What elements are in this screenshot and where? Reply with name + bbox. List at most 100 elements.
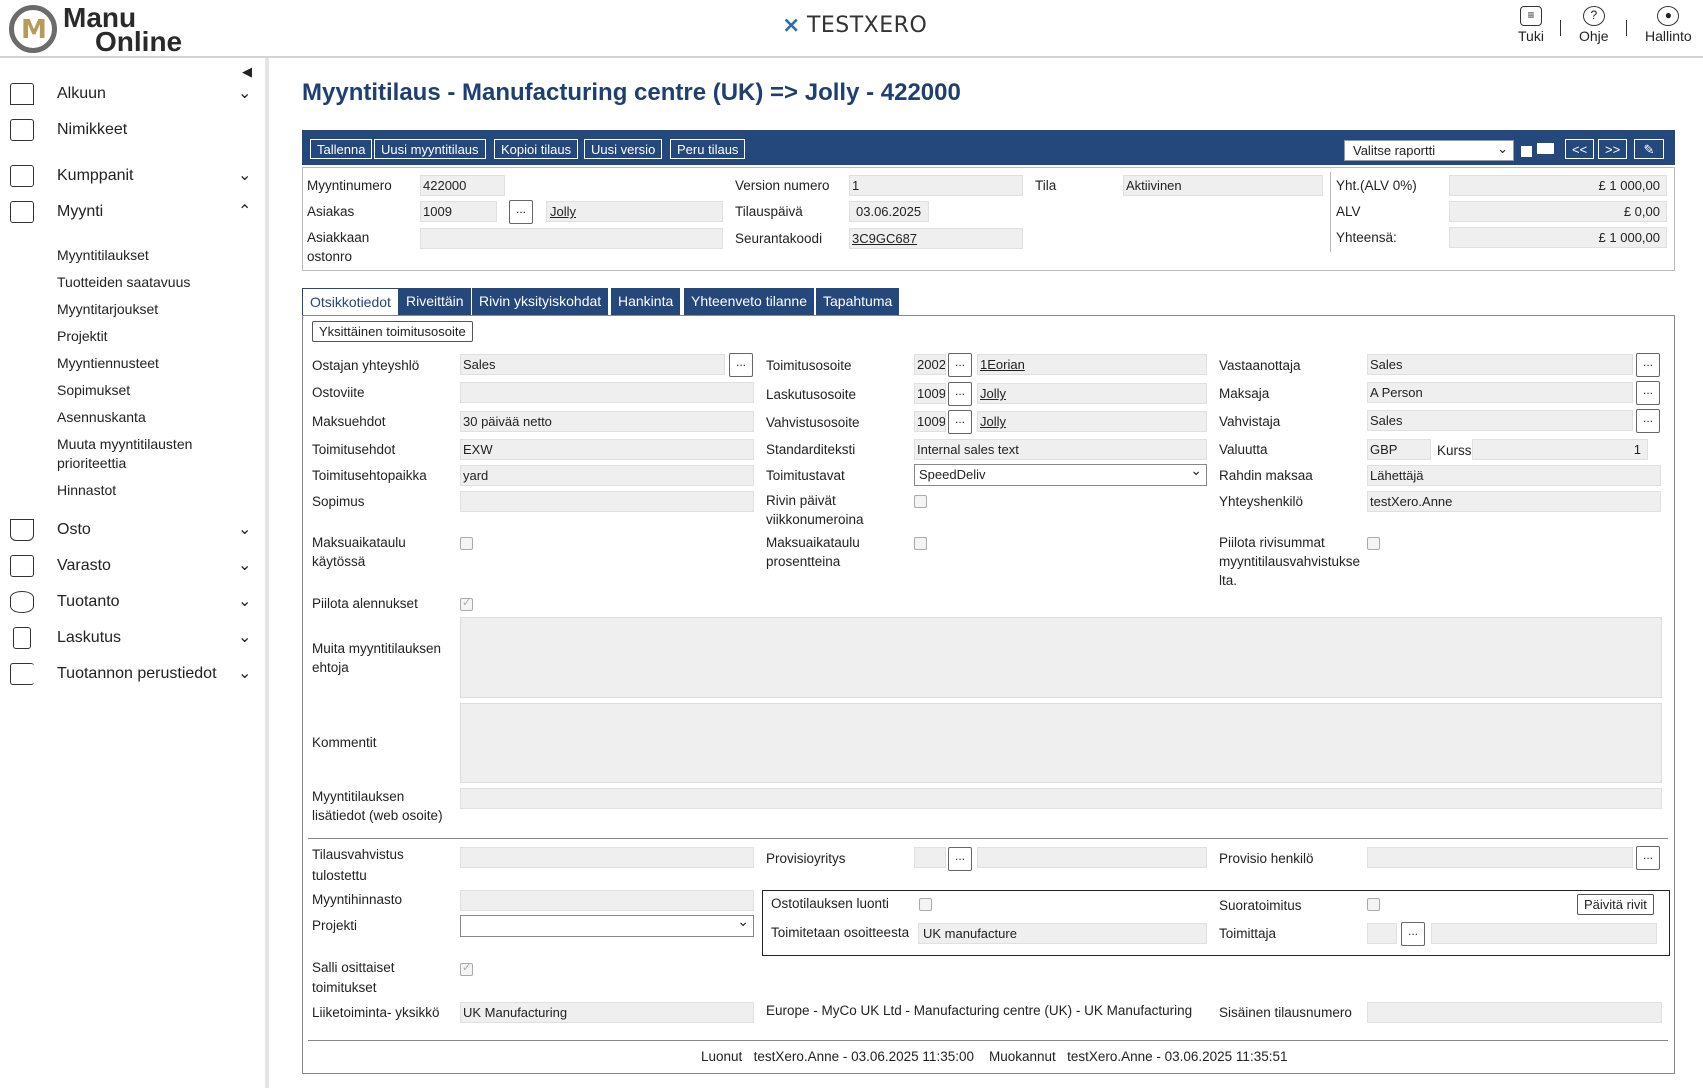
tab-tapahtuma[interactable]: Tapahtuma: [816, 288, 900, 315]
delivery-address-link[interactable]: 1Eorian: [977, 354, 1207, 375]
standard-text-field[interactable]: Internal sales text: [914, 439, 1207, 460]
tab-hankinta[interactable]: Hankinta: [611, 288, 681, 315]
currency-field[interactable]: GBP: [1367, 439, 1431, 460]
confirmation-address-link[interactable]: Jolly: [977, 411, 1207, 432]
new-version-button[interactable]: Uusi versio: [584, 139, 663, 159]
confirmation-address-code-field[interactable]: 1009: [914, 411, 946, 432]
chevron-down-icon[interactable]: ⌄: [238, 627, 251, 647]
delivery-method-select[interactable]: SpeedDeliv: [914, 462, 1207, 486]
report-select[interactable]: Valitse raportti ⌄: [1344, 140, 1514, 161]
price-list-field[interactable]: [460, 890, 754, 911]
payer-lookup-button[interactable]: ...: [1636, 381, 1660, 405]
buyer-contact-field[interactable]: Sales: [460, 354, 725, 375]
internal-order-number-field[interactable]: [1367, 1002, 1662, 1023]
delivery-address-lookup-button[interactable]: ...: [948, 353, 972, 377]
payer-field[interactable]: A Person: [1367, 382, 1633, 403]
sidebar-item-alkuun[interactable]: Alkuun ⌄: [0, 80, 260, 110]
supplier-field[interactable]: [1431, 923, 1657, 944]
sidebar-item-tuotanto[interactable]: Tuotanto ⌄: [0, 588, 260, 618]
sidebar-subitem-myyntitilaukset[interactable]: Myyntitilaukset: [57, 246, 257, 265]
admin-button[interactable]: ● Hallinto: [1645, 6, 1692, 44]
other-terms-textarea[interactable]: [460, 617, 1662, 698]
chevron-down-icon[interactable]: ⌄: [238, 663, 251, 683]
supplier-code-field[interactable]: [1367, 923, 1397, 944]
customer-code-field[interactable]: 1009: [420, 201, 497, 222]
sidebar-item-laskutus[interactable]: Laskutus ⌄: [0, 624, 260, 654]
sidebar-subitem-prioriteetti[interactable]: Muuta myyntitilausten prioriteettia: [57, 435, 207, 473]
sidebar-item-tuotannon-perustiedot[interactable]: Tuotannon perustiedot ⌄: [0, 660, 260, 690]
buyer-contact-lookup-button[interactable]: ...: [729, 353, 753, 377]
chevron-down-icon[interactable]: ⌄: [238, 555, 251, 575]
sidebar-item-kumppanit[interactable]: Kumppanit ⌄: [0, 162, 260, 192]
sidebar-item-myynti[interactable]: Myynti ⌃: [0, 198, 260, 228]
confirmation-address-lookup-button[interactable]: ...: [948, 410, 972, 434]
single-delivery-address-button[interactable]: Yksittäinen toimitusosoite: [312, 321, 473, 342]
direct-delivery-checkbox[interactable]: [1367, 898, 1380, 911]
collapse-sidebar-icon[interactable]: ◀: [242, 64, 252, 80]
tab-riveittain[interactable]: Riveittäin: [399, 288, 471, 315]
payment-terms-field[interactable]: 30 päivää netto: [460, 411, 754, 432]
save-button[interactable]: Tallenna: [310, 139, 373, 159]
support-button[interactable]: ≡ Tuki: [1518, 6, 1544, 44]
invoice-address-code-field[interactable]: 1009: [914, 383, 946, 404]
chevron-down-icon[interactable]: ⌄: [238, 519, 251, 539]
sidebar-item-varasto[interactable]: Varasto ⌄: [0, 552, 260, 582]
contact-person-field[interactable]: testXero.Anne: [1367, 491, 1661, 512]
commission-person-field[interactable]: [1367, 847, 1633, 868]
update-rows-button[interactable]: Päivitä rivit: [1577, 894, 1654, 915]
hide-row-sums-checkbox[interactable]: [1367, 537, 1380, 550]
prev-button[interactable]: <<: [1565, 139, 1595, 159]
business-unit-field[interactable]: UK Manufacturing: [460, 1002, 754, 1023]
sidebar-subitem-sopimukset[interactable]: Sopimukset: [57, 381, 257, 400]
commission-person-lookup-button[interactable]: ...: [1636, 846, 1660, 870]
customer-lookup-button[interactable]: ...: [509, 200, 533, 224]
customer-name-link[interactable]: Jolly: [546, 201, 723, 222]
week-numbers-checkbox[interactable]: [914, 495, 927, 508]
customer-po-field[interactable]: [420, 228, 723, 249]
confirmer-lookup-button[interactable]: ...: [1636, 409, 1660, 433]
delivery-address-code-field[interactable]: 2002: [914, 354, 946, 375]
partial-deliveries-checkbox[interactable]: [460, 961, 473, 976]
contract-field[interactable]: [460, 491, 754, 512]
create-purchase-order-checkbox[interactable]: [919, 898, 932, 911]
report-checkbox[interactable]: [1521, 146, 1532, 157]
copy-order-button[interactable]: Kopioi tilaus: [494, 139, 579, 159]
exchange-rate-field[interactable]: 1: [1472, 439, 1648, 460]
tab-yhteenveto[interactable]: Yhteenveto tilanne: [684, 288, 814, 315]
next-button[interactable]: >>: [1598, 139, 1628, 159]
recipient-field[interactable]: Sales: [1367, 354, 1633, 375]
commission-company-field[interactable]: [977, 847, 1207, 868]
supplier-lookup-button[interactable]: ...: [1401, 922, 1425, 946]
tab-otsikkotiedot[interactable]: Otsikkotiedot: [302, 288, 399, 315]
invoice-address-lookup-button[interactable]: ...: [948, 382, 972, 406]
commission-company-code-field[interactable]: [914, 847, 946, 868]
additional-info-field[interactable]: [460, 788, 1662, 809]
chevron-down-icon[interactable]: ⌄: [238, 83, 251, 103]
invoice-address-link[interactable]: Jolly: [977, 383, 1207, 404]
sidebar-subitem-hinnastot[interactable]: Hinnastot: [57, 481, 257, 500]
sidebar-item-osto[interactable]: Osto ⌄: [0, 516, 260, 546]
payment-schedule-checkbox[interactable]: [460, 537, 473, 550]
logo[interactable]: M Manu Online: [9, 4, 209, 56]
sidebar-item-nimikkeet[interactable]: Nimikkeet: [0, 116, 260, 146]
help-button[interactable]: ? Ohje: [1579, 6, 1609, 44]
hide-discounts-checkbox[interactable]: [460, 596, 473, 611]
chevron-down-icon[interactable]: ⌄: [238, 165, 251, 185]
sidebar-subitem-myyntitarjoukset[interactable]: Myyntitarjoukset: [57, 300, 257, 319]
delivery-terms-field[interactable]: EXW: [460, 439, 754, 460]
sidebar-subitem-myyntiennusteet[interactable]: Myyntiennusteet: [57, 354, 257, 373]
chevron-up-icon[interactable]: ⌃: [238, 201, 251, 221]
new-order-button[interactable]: Uusi myyntitilaus: [374, 139, 486, 159]
tab-rivin-yksityiskohdat[interactable]: Rivin yksityiskohdat: [472, 288, 609, 315]
ship-from-address-field[interactable]: UK manufacture: [918, 923, 1207, 944]
recipient-lookup-button[interactable]: ...: [1636, 353, 1660, 377]
sidebar-subitem-saatavuus[interactable]: Tuotteiden saatavuus: [57, 273, 257, 292]
purchase-reference-field[interactable]: [460, 382, 754, 403]
order-date-field[interactable]: 03.06.2025: [849, 201, 929, 222]
comments-textarea[interactable]: [460, 703, 1662, 783]
tracking-code-link[interactable]: 3C9GC687: [849, 228, 1023, 249]
attachment-icon[interactable]: ✎: [1634, 139, 1664, 159]
delivery-terms-place-field[interactable]: yard: [460, 465, 754, 486]
commission-company-lookup-button[interactable]: ...: [948, 847, 972, 871]
payment-percent-checkbox[interactable]: [914, 537, 927, 550]
